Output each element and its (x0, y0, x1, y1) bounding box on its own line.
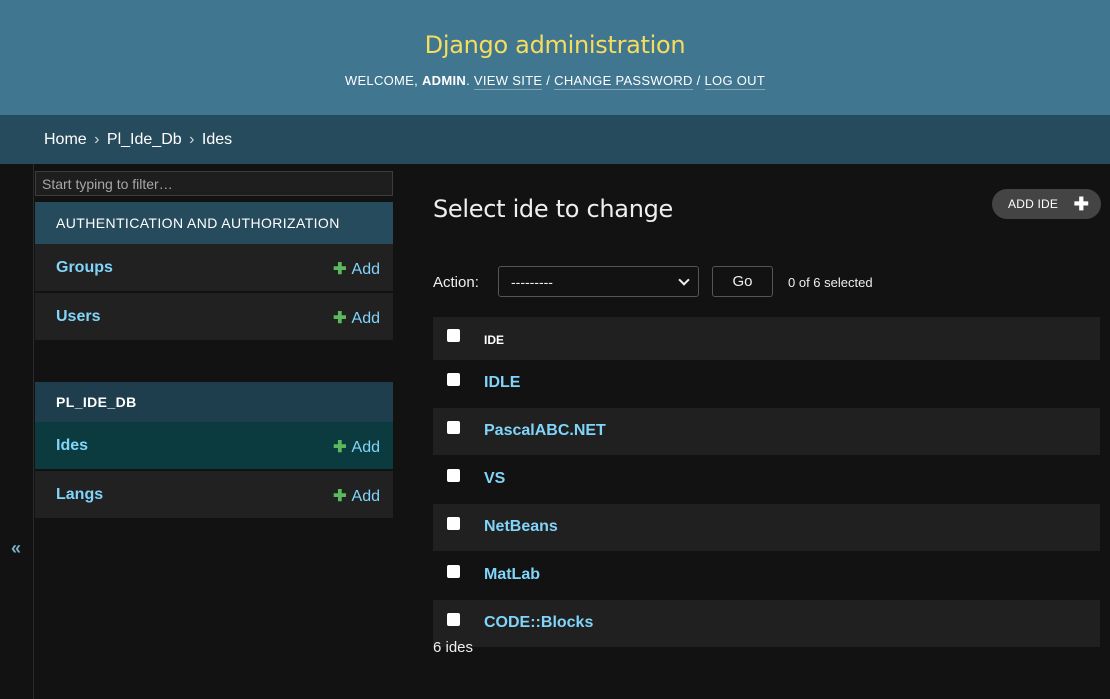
sidebar-item-label[interactable]: Groups (56, 259, 113, 277)
nav-sidebar: Authentication and Authorization Groups … (34, 164, 394, 699)
add-label: Add (351, 261, 380, 278)
username: admin (421, 73, 467, 88)
go-button[interactable]: Go (712, 266, 773, 297)
breadcrumb-app[interactable]: Pl_Ide_Db (107, 131, 182, 148)
app-caption-pl-ide-db[interactable]: PL_IDE_DB (35, 382, 393, 422)
site-title[interactable]: Django administration (0, 31, 1110, 59)
welcome-text: Welcome, (344, 73, 419, 88)
plus-icon: ✚ (333, 488, 347, 505)
action-select-value: --------- (511, 274, 553, 290)
log-out-link[interactable]: Log out (704, 73, 766, 90)
breadcrumb-home[interactable]: Home (44, 131, 87, 148)
selection-counter: 0 of 6 selected (788, 275, 873, 290)
table-row: PascalABC.NET (433, 408, 1100, 456)
add-ide-button[interactable]: Add IDE ✚ (992, 189, 1101, 219)
add-ide-label: Add IDE (1008, 197, 1059, 211)
select-all-checkbox[interactable] (447, 329, 460, 342)
sidebar-item-groups: Groups ✚ Add (35, 244, 393, 292)
add-users-link[interactable]: ✚ Add (333, 308, 380, 328)
change-password-link[interactable]: Change password (554, 73, 693, 90)
separator: / (696, 73, 701, 88)
plus-icon: ✚ (333, 261, 347, 278)
action-label: Action: (433, 274, 479, 291)
add-label: Add (351, 439, 380, 456)
table-header: IDE (433, 317, 1100, 360)
collapse-sidebar-icon[interactable]: « (11, 538, 21, 559)
action-select[interactable]: --------- (498, 266, 699, 297)
site-header: Django administration Welcome, admin. Vi… (0, 0, 1110, 115)
ide-link[interactable]: PascalABC.NET (484, 422, 606, 440)
sidebar-item-label[interactable]: Users (56, 308, 100, 326)
row-checkbox[interactable] (447, 421, 460, 434)
sidebar-item-label[interactable]: Langs (56, 486, 103, 504)
breadcrumb: Home › Pl_Ide_Db › Ides (0, 115, 1110, 164)
nav-filter-input[interactable] (35, 171, 393, 196)
row-checkbox[interactable] (447, 373, 460, 386)
sidebar-item-langs: Langs ✚ Add (35, 471, 393, 519)
ide-link[interactable]: IDLE (484, 374, 520, 392)
user-tools: Welcome, admin. View site / Change passw… (344, 73, 766, 90)
table-row: MatLab (433, 552, 1100, 600)
breadcrumb-separator: › (94, 131, 100, 148)
row-checkbox[interactable] (447, 517, 460, 530)
column-header-ide[interactable]: IDE (484, 333, 504, 347)
sidebar-item-ides: Ides ✚ Add (35, 422, 393, 470)
ide-link[interactable]: CODE::Blocks (484, 614, 593, 632)
add-langs-link[interactable]: ✚ Add (333, 486, 380, 506)
breadcrumb-current: Ides (201, 131, 233, 148)
ide-link[interactable]: NetBeans (484, 518, 558, 536)
add-ides-link[interactable]: ✚ Add (333, 437, 380, 457)
separator: / (546, 73, 551, 88)
table-row: NetBeans (433, 504, 1100, 552)
row-checkbox[interactable] (447, 565, 460, 578)
table-row: VS (433, 456, 1100, 504)
app-caption-auth[interactable]: Authentication and Authorization (35, 202, 393, 244)
breadcrumb-separator: › (189, 131, 195, 148)
results-table: IDE IDLE PascalABC.NET VS NetBeans MatLa… (433, 317, 1100, 648)
add-groups-link[interactable]: ✚ Add (333, 259, 380, 279)
plus-icon: ✚ (1073, 194, 1089, 214)
main-content: Select ide to change Add IDE ✚ Action: --… (395, 164, 1110, 699)
add-label: Add (351, 310, 380, 327)
table-row: IDLE (433, 360, 1100, 408)
chevron-down-icon (678, 274, 690, 286)
add-label: Add (351, 488, 380, 505)
row-checkbox[interactable] (447, 469, 460, 482)
view-site-link[interactable]: View site (473, 73, 543, 90)
ide-link[interactable]: MatLab (484, 566, 540, 584)
ide-link[interactable]: VS (484, 470, 505, 488)
row-checkbox[interactable] (447, 613, 460, 626)
paginator: 6 ides (433, 639, 474, 656)
sidebar-item-users: Users ✚ Add (35, 293, 393, 341)
table-row: CODE::Blocks (433, 600, 1100, 648)
sidebar-gutter (0, 164, 34, 699)
page-title: Select ide to change (433, 195, 674, 223)
plus-icon: ✚ (333, 439, 347, 456)
plus-icon: ✚ (333, 310, 347, 327)
sidebar-item-label[interactable]: Ides (56, 437, 88, 455)
